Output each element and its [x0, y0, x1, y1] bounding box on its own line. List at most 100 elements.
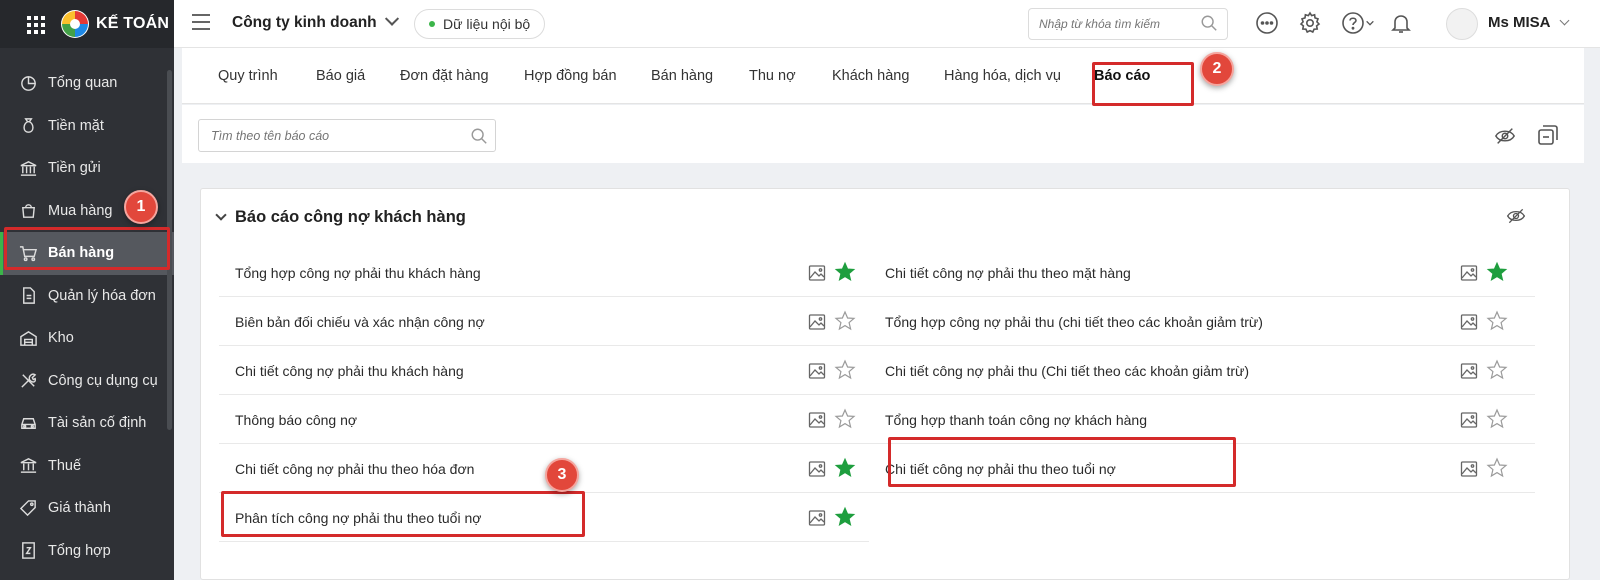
report-row[interactable]: Tổng hợp thanh toán công nợ khách hàng — [869, 396, 1535, 444]
help-chevron-down-icon[interactable] — [1364, 10, 1376, 36]
report-label[interactable]: Chi tiết công nợ phải thu theo hóa đơn — [235, 461, 474, 477]
report-row[interactable]: Phân tích công nợ phải thu theo tuổi nợ — [219, 494, 869, 542]
report-label[interactable]: Tổng hợp công nợ phải thu (chi tiết theo… — [885, 314, 1263, 330]
report-row[interactable]: Chi tiết công nợ phải thu khách hàng — [219, 347, 869, 395]
sidebar-item-thue[interactable]: Thuế — [0, 445, 174, 488]
warehouse-icon — [18, 328, 38, 348]
report-label[interactable]: Tổng hợp công nợ phải thu khách hàng — [235, 265, 481, 281]
report-row[interactable]: Chi tiết công nợ phải thu theo hóa đơn — [219, 445, 869, 493]
report-preview-image-icon[interactable] — [1460, 411, 1478, 429]
report-preview-image-icon[interactable] — [1460, 460, 1478, 478]
star-filled-icon[interactable] — [834, 457, 856, 479]
app-grid-icon[interactable] — [27, 16, 45, 34]
report-row[interactable]: Chi tiết công nợ phải thu theo tuổi nợ — [869, 445, 1535, 493]
sidebar-item-cong-cu-dung-cu[interactable]: Công cụ dụng cụ — [0, 360, 174, 403]
page-scrollbar[interactable] — [1590, 48, 1600, 580]
report-row[interactable]: Tổng hợp công nợ phải thu (chi tiết theo… — [869, 298, 1535, 346]
tab-hang-hoa-dich-vu[interactable]: Hàng hóa, dịch vụ — [944, 48, 1061, 104]
sidebar-scrollbar[interactable] — [167, 70, 172, 430]
sidebar-item-label: Mua hàng — [48, 202, 113, 219]
star-outline-icon[interactable] — [1486, 310, 1508, 332]
callout-badge-3: 3 — [545, 458, 579, 492]
report-row[interactable]: Chi tiết công nợ phải thu (Chi tiết theo… — [869, 347, 1535, 395]
collapse-all-icon[interactable] — [1536, 123, 1560, 147]
star-filled-icon[interactable] — [834, 506, 856, 528]
section-title: Báo cáo công nợ khách hàng — [235, 208, 466, 226]
tab-hop-dong-ban[interactable]: Hợp đồng bán — [524, 48, 617, 104]
report-row[interactable]: Tổng hợp công nợ phải thu khách hàng — [219, 249, 869, 297]
sidebar-item-tai-san-co-dinh[interactable]: Tài sản cố định — [0, 402, 174, 445]
report-label[interactable]: Phân tích công nợ phải thu theo tuổi nợ — [235, 510, 481, 526]
report-preview-image-icon[interactable] — [1460, 264, 1478, 282]
help-icon[interactable] — [1340, 10, 1366, 36]
report-label[interactable]: Chi tiết công nợ phải thu khách hàng — [235, 363, 464, 379]
menu-icon[interactable] — [192, 14, 210, 30]
notification-bell-icon[interactable] — [1388, 10, 1414, 36]
report-row[interactable]: Biên bản đối chiếu và xác nhận công nợ — [219, 298, 869, 346]
invoice-icon — [18, 286, 38, 306]
report-label[interactable]: Chi tiết công nợ phải thu (Chi tiết theo… — [885, 363, 1249, 379]
sidebar-item-tien-gui[interactable]: Tiền gửi — [0, 147, 174, 190]
report-row[interactable]: Chi tiết công nợ phải thu theo mặt hàng — [869, 249, 1535, 297]
report-preview-image-icon[interactable] — [1460, 313, 1478, 331]
company-selector[interactable]: Công ty kinh doanh — [232, 11, 399, 32]
tab-thu-no[interactable]: Thu nợ — [749, 48, 796, 104]
sidebar-item-label: Thuế — [48, 457, 82, 474]
sidebar-item-ban-hang[interactable]: Bán hàng — [0, 232, 174, 275]
global-search-input[interactable] — [1028, 8, 1228, 40]
report-label[interactable]: Chi tiết công nợ phải thu theo tuổi nợ — [885, 461, 1116, 477]
hide-eye-icon[interactable] — [1494, 125, 1516, 147]
star-outline-icon[interactable] — [834, 408, 856, 430]
sidebar-item-tien-mat[interactable]: Tiền mặt — [0, 105, 174, 148]
star-outline-icon[interactable] — [834, 359, 856, 381]
report-preview-image-icon[interactable] — [808, 313, 826, 331]
settings-gear-icon[interactable] — [1297, 10, 1323, 36]
sidebar-item-label: Tiền gửi — [48, 160, 101, 177]
module-tabs: Quy trình Báo giá Đơn đặt hàng Hợp đồng … — [182, 48, 1584, 104]
data-scope-pill[interactable]: Dữ liệu nội bộ — [414, 9, 546, 39]
search-icon[interactable] — [1200, 14, 1218, 32]
report-label[interactable]: Thông báo công nợ — [235, 412, 357, 428]
sidebar-item-tong-quan[interactable]: Tổng quan — [0, 62, 174, 105]
more-options-icon[interactable] — [1254, 10, 1280, 36]
main-content: Quy trình Báo giá Đơn đặt hàng Hợp đồng … — [174, 48, 1600, 580]
tab-khach-hang[interactable]: Khách hàng — [832, 48, 909, 104]
sidebar-item-quan-ly-hoa-don[interactable]: Quản lý hóa đơn — [0, 275, 174, 318]
misa-logo-icon — [61, 10, 89, 38]
sidebar-item-kho[interactable]: Kho — [0, 317, 174, 360]
sidebar: KẾ TOÁN Tổng quan Tiền mặt Tiền gửi Mua … — [0, 0, 174, 580]
tools-icon — [18, 371, 38, 391]
star-outline-icon[interactable] — [1486, 408, 1508, 430]
avatar[interactable] — [1446, 8, 1478, 40]
user-chevron-down-icon[interactable] — [1559, 15, 1570, 26]
star-outline-icon[interactable] — [1486, 457, 1508, 479]
star-outline-icon[interactable] — [834, 310, 856, 332]
report-preview-image-icon[interactable] — [808, 264, 826, 282]
report-label[interactable]: Tổng hợp thanh toán công nợ khách hàng — [885, 412, 1147, 428]
tab-bao-cao[interactable]: Báo cáo — [1094, 48, 1150, 104]
report-preview-image-icon[interactable] — [808, 460, 826, 478]
tab-quy-trinh[interactable]: Quy trình — [218, 48, 278, 104]
username[interactable]: Ms MISA — [1488, 14, 1551, 31]
money-bag-icon — [18, 116, 38, 136]
report-preview-image-icon[interactable] — [1460, 362, 1478, 380]
search-icon[interactable] — [470, 127, 488, 145]
sidebar-item-gia-thanh[interactable]: Giá thành — [0, 487, 174, 530]
tab-ban-hang[interactable]: Bán hàng — [651, 48, 713, 104]
report-label[interactable]: Chi tiết công nợ phải thu theo mặt hàng — [885, 265, 1131, 281]
report-label[interactable]: Biên bản đối chiếu và xác nhận công nợ — [235, 314, 485, 330]
star-outline-icon[interactable] — [1486, 359, 1508, 381]
star-filled-icon[interactable] — [1486, 261, 1508, 283]
report-search-input[interactable] — [198, 119, 496, 152]
report-preview-image-icon[interactable] — [808, 411, 826, 429]
summary-icon — [18, 541, 38, 561]
star-filled-icon[interactable] — [834, 261, 856, 283]
report-preview-image-icon[interactable] — [808, 362, 826, 380]
report-row[interactable]: Thông báo công nợ — [219, 396, 869, 444]
section-hide-eye-icon[interactable] — [1506, 206, 1528, 228]
sidebar-item-tong-hop[interactable]: Tổng hợp — [0, 530, 174, 573]
tab-don-dat-hang[interactable]: Đơn đặt hàng — [400, 48, 489, 104]
tab-bao-gia[interactable]: Báo giá — [316, 48, 365, 104]
collapse-chevron-icon[interactable] — [215, 209, 227, 221]
report-preview-image-icon[interactable] — [808, 509, 826, 527]
